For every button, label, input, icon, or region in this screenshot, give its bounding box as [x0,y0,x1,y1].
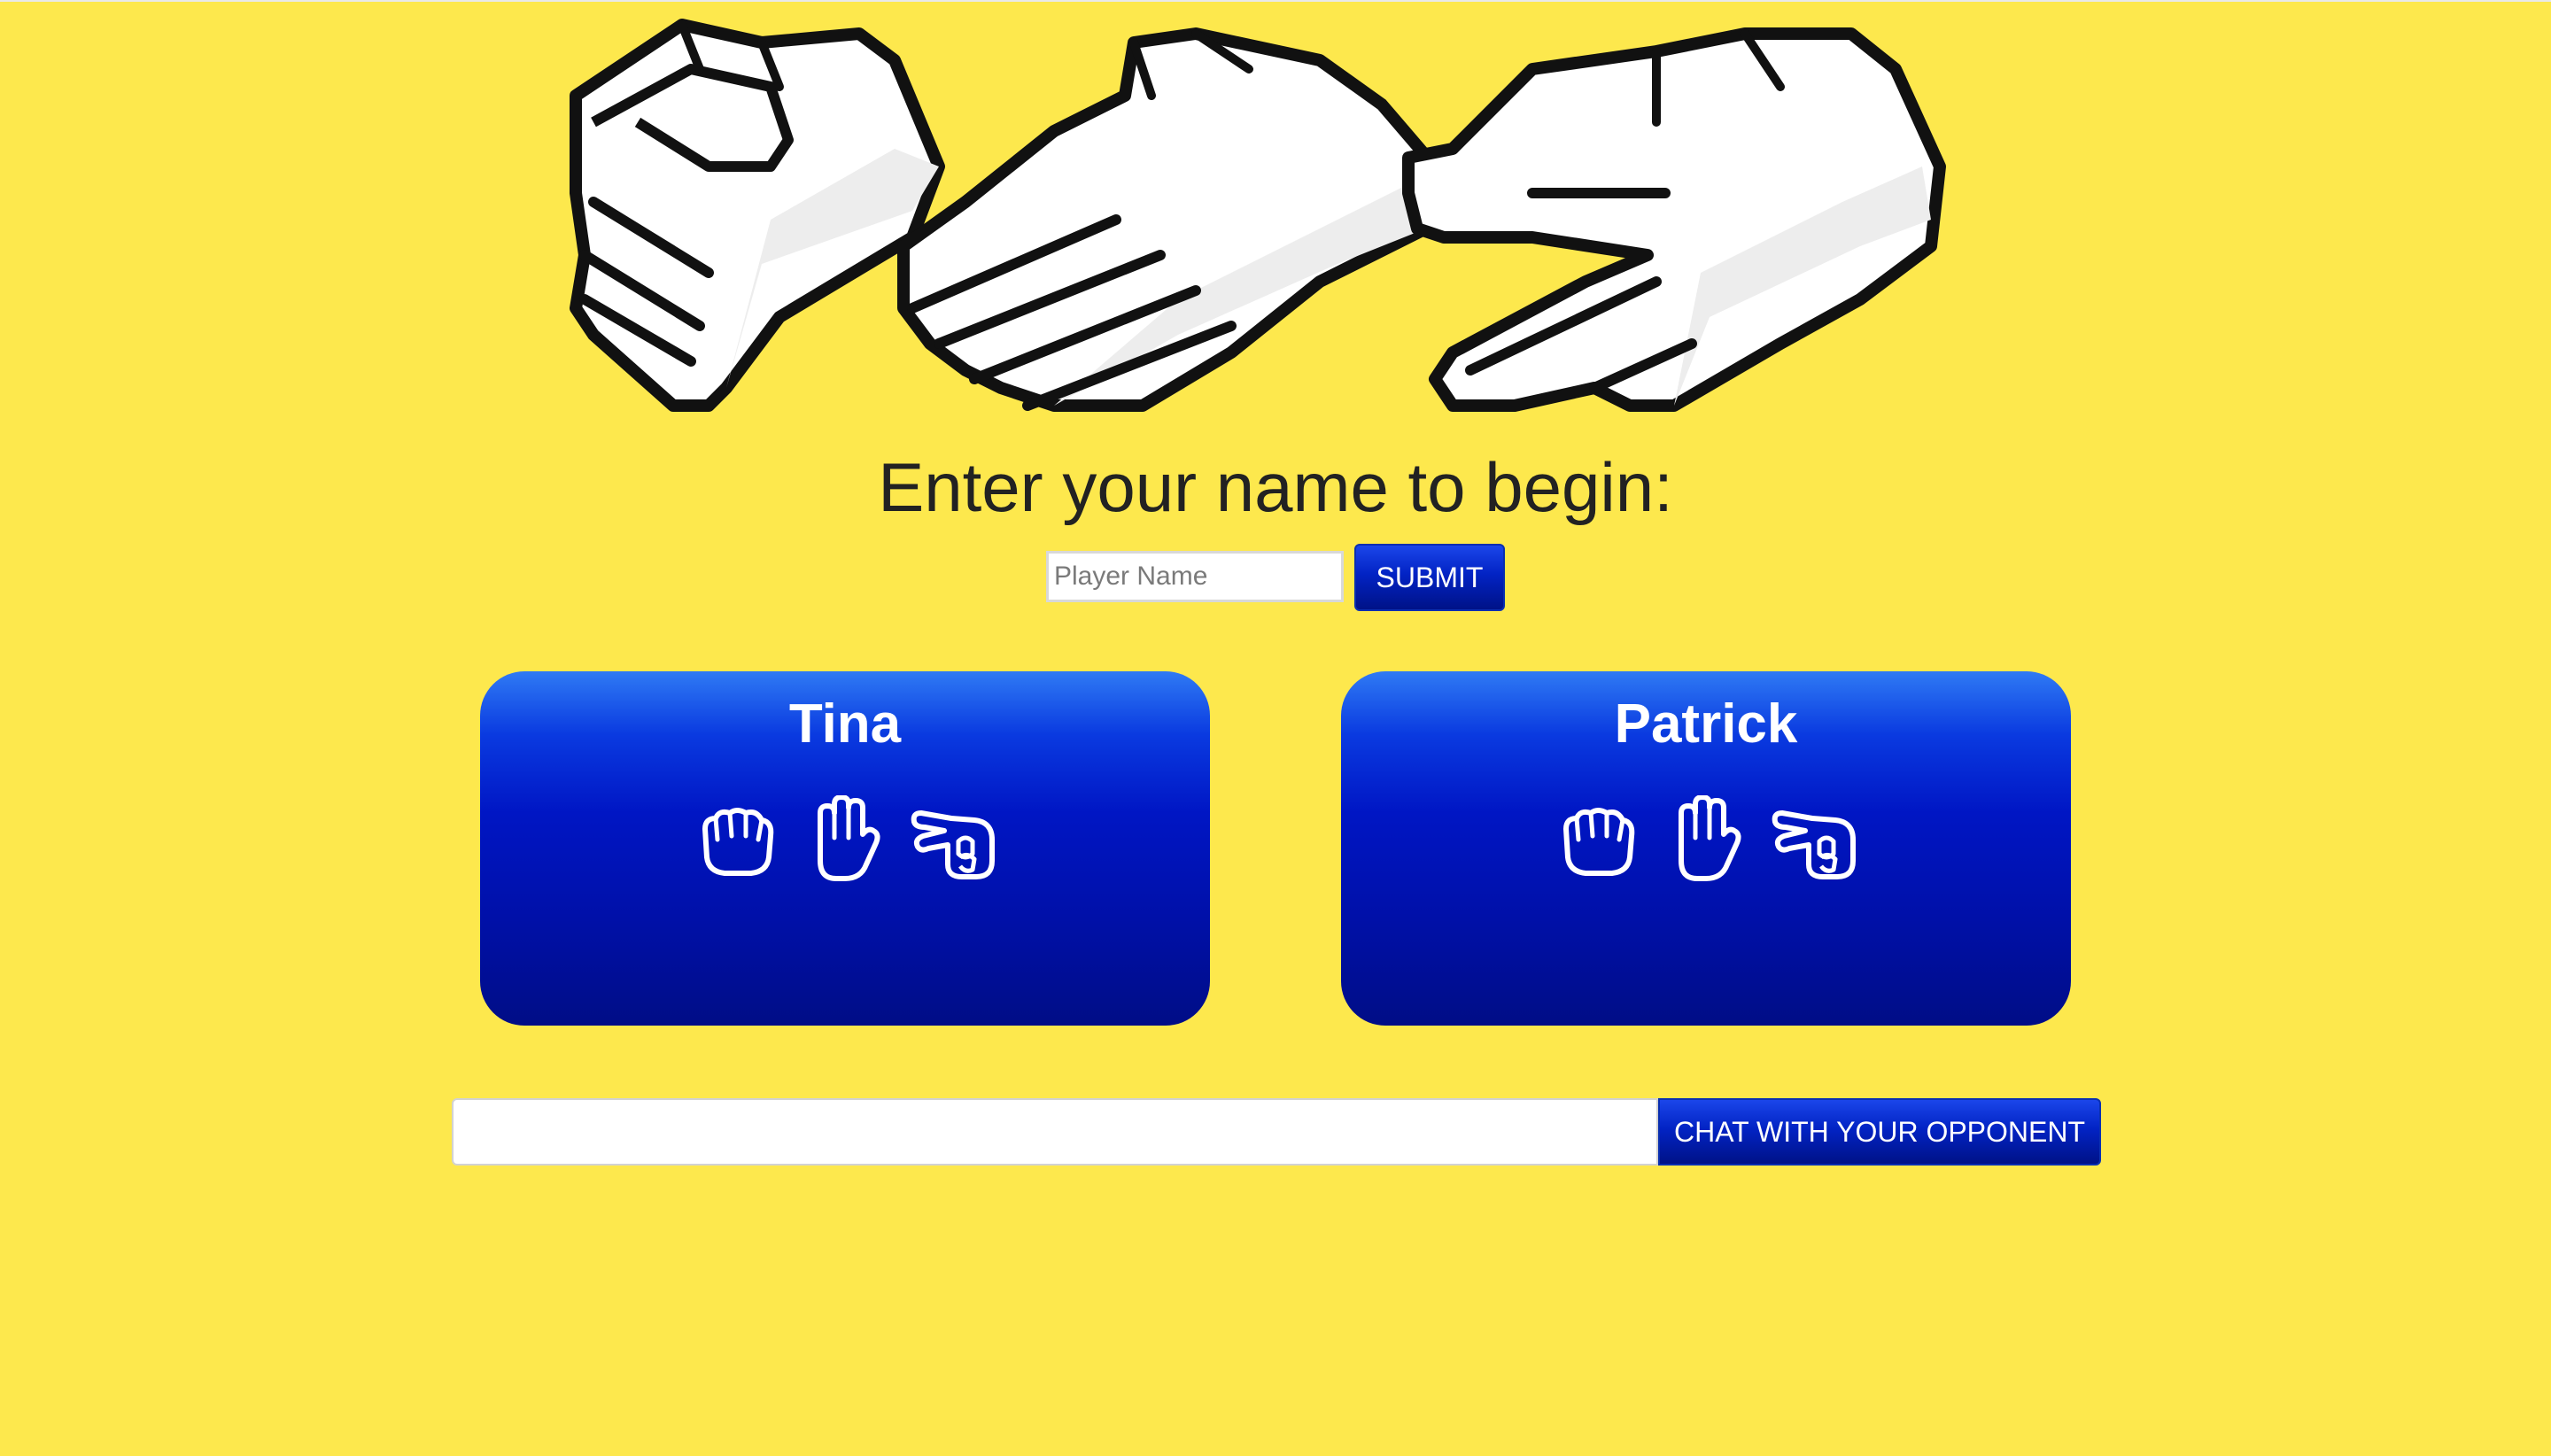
player-name: Tina [788,693,902,755]
scissors-icon [911,810,995,879]
chat-send-button[interactable]: CHAT WITH YOUR OPPONENT [1658,1098,2101,1166]
move-choices [1341,795,2071,884]
player-card-1: Tina [480,671,1210,1026]
top-border [0,0,2551,2]
rock-button[interactable] [693,795,781,884]
chat-form: CHAT WITH YOUR OPPONENT [452,1098,2101,1166]
rock-icon [1563,808,1635,876]
player-name: Patrick [1614,693,1798,755]
scissors-button[interactable] [1770,795,1858,884]
move-choices [480,795,1210,884]
rock-icon [702,808,774,876]
rock-button[interactable] [1554,795,1642,884]
player-card-2: Patrick [1341,671,2071,1026]
paper-button[interactable] [1662,795,1750,884]
scissors-hand-icon [1402,27,1946,412]
paper-button[interactable] [801,795,889,884]
name-form: SUBMIT [0,542,2551,611]
paper-hand-icon [897,27,1441,412]
player-name-input[interactable] [1046,551,1344,602]
chat-input[interactable] [452,1098,1658,1166]
page-title: Enter your name to begin: [878,448,1673,526]
hero-illustration [570,19,1946,412]
scissors-button[interactable] [909,795,997,884]
rock-hand-icon [570,19,945,412]
scissors-icon [1772,810,1856,879]
paper-icon [818,795,880,881]
paper-icon [1679,795,1741,881]
submit-button[interactable]: SUBMIT [1354,544,1505,611]
